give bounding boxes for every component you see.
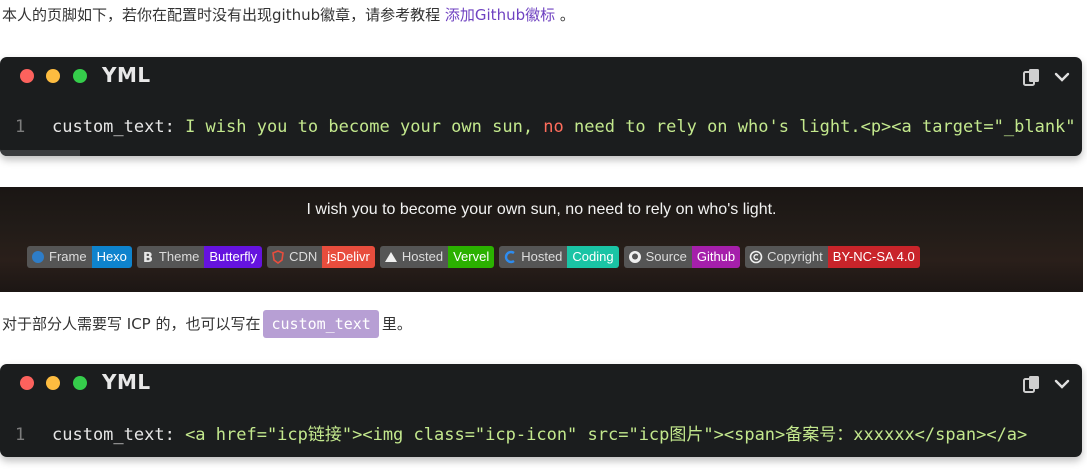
chevron-down-icon[interactable]	[1054, 70, 1070, 84]
badge-hosted-vercel[interactable]: Hosted Vervel	[379, 246, 495, 268]
minimize-dot-icon	[46, 376, 60, 390]
intro-tail: 。	[555, 6, 575, 24]
icp-text: 对于部分人需要写 ICP 的，也可以写在	[2, 315, 261, 333]
github-icon	[628, 251, 641, 263]
line-number: 1	[15, 117, 26, 137]
jsdelivr-icon	[272, 250, 284, 264]
icp-paragraph: 对于部分人需要写 ICP 的，也可以写在 custom_text 里。	[2, 310, 412, 338]
code-block-icp-config: YML 1 custom_text: <a href="icp链接"><img c…	[0, 364, 1082, 457]
footer-preview-image: I wish you to become your own sun, no ne…	[0, 187, 1083, 292]
chevron-down-icon[interactable]	[1054, 377, 1070, 391]
maximize-dot-icon	[73, 69, 87, 83]
horizontal-scrollbar[interactable]	[0, 150, 80, 156]
icp-text-tail: 里。	[381, 315, 412, 333]
close-dot-icon	[20, 69, 34, 83]
code-keyword: no	[543, 117, 564, 137]
code-string: I wish you to become your own sun,	[174, 117, 544, 137]
line-number: 1	[15, 425, 26, 445]
code-block-header: YML	[0, 364, 1082, 402]
code-key: custom_text:	[52, 117, 175, 137]
copy-icon[interactable]	[1022, 68, 1042, 88]
maximize-dot-icon	[73, 376, 87, 390]
code-block-header: YML	[0, 57, 1082, 95]
badge-row: Frame Hexo B Theme Butterfly CDN jsDelivr Ho…	[27, 246, 920, 268]
copy-icon[interactable]	[1022, 375, 1042, 395]
code-line: 1 custom_text: I wish you to become your …	[0, 112, 1082, 137]
code-language-label: YML	[102, 63, 151, 87]
vercel-icon	[384, 252, 397, 262]
hexo-icon	[32, 251, 44, 263]
close-dot-icon	[20, 376, 34, 390]
footer-custom-text: I wish you to become your own sun, no ne…	[306, 201, 777, 218]
code-key: custom_text:	[52, 425, 175, 445]
coding-icon	[505, 250, 515, 264]
code-line: 1 custom_text: <a href="icp链接"><img class…	[0, 420, 1027, 445]
intro-paragraph: 本人的页脚如下，若你在配置时没有出现github徽章，请参考教程 添加Githu…	[2, 4, 575, 26]
code-block-footer-config: YML 1 custom_text: I wish you to become y…	[0, 57, 1082, 156]
badge-frame-hexo[interactable]: Frame Hexo	[27, 246, 132, 268]
badge-theme-butterfly[interactable]: B Theme Butterfly	[136, 246, 263, 268]
badge-copyright[interactable]: Copyright BY-NC-SA 4.0	[745, 246, 920, 268]
inline-code-custom-text: custom_text	[263, 310, 379, 338]
badge-hosted-coding[interactable]: Hosted Coding	[499, 246, 619, 268]
svg-text:B: B	[143, 251, 153, 264]
minimize-dot-icon	[46, 69, 60, 83]
code-string: need to rely on who's light.<p><a target…	[574, 117, 1082, 137]
badge-source-github[interactable]: Source Github	[623, 246, 741, 268]
intro-text: 本人的页脚如下，若你在配置时没有出现github徽章，请参考教程	[2, 6, 445, 24]
copyright-icon	[749, 250, 763, 264]
code-string: <a href="icp链接"><img class="icp-icon" sr…	[174, 425, 1028, 445]
butterfly-icon: B	[143, 251, 153, 264]
code-language-label: YML	[102, 370, 151, 394]
badge-cdn-jsdelivr[interactable]: CDN jsDelivr	[267, 246, 375, 268]
add-github-badge-link[interactable]: 添加Github徽标	[445, 6, 555, 24]
